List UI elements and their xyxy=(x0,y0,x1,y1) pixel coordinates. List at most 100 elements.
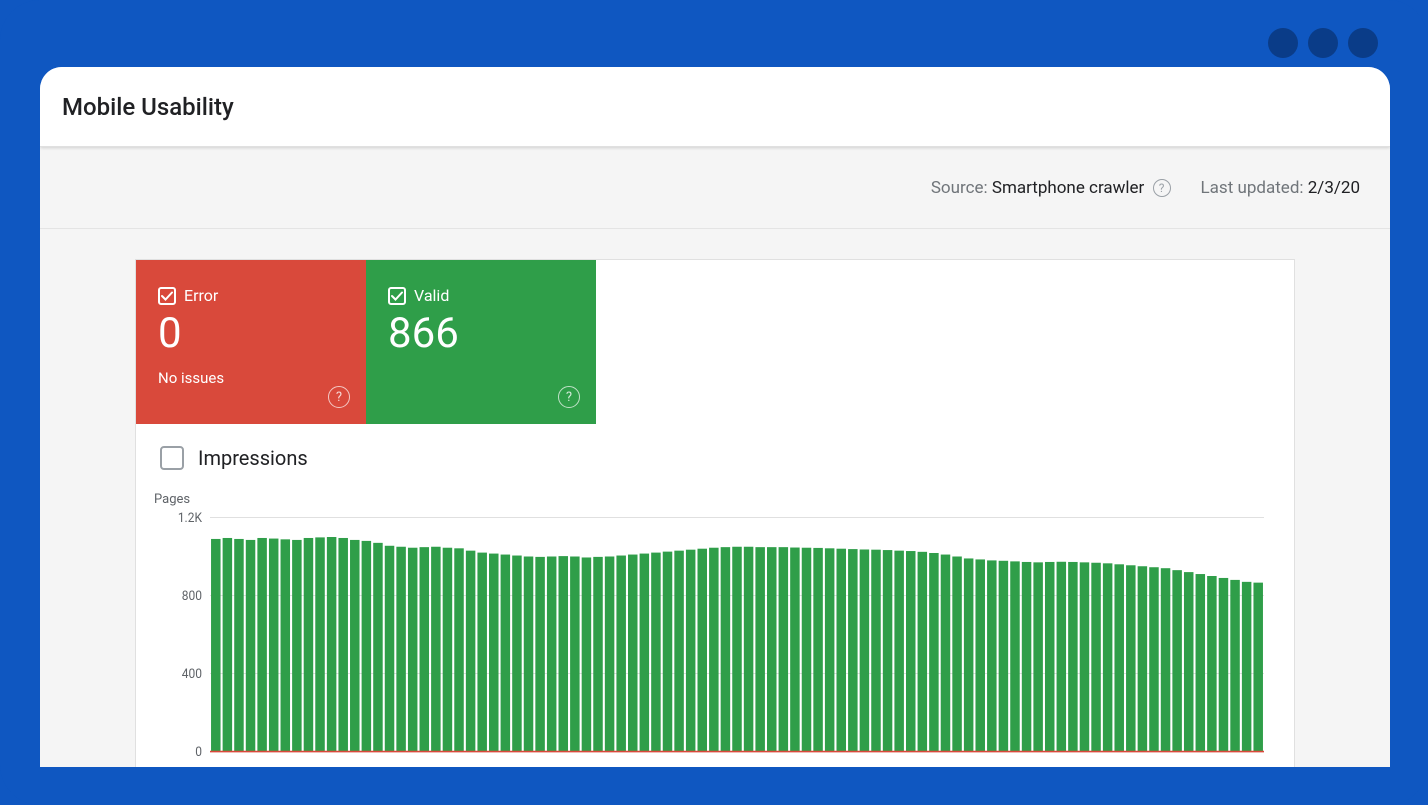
chart-bar xyxy=(1057,562,1067,752)
impressions-row: Impressions xyxy=(136,424,1294,492)
chart-bar xyxy=(1149,567,1159,751)
chart-bar xyxy=(640,554,650,752)
status-tiles: Error 0 No issues ? Valid 866 xyxy=(136,260,1294,424)
help-icon[interactable]: ? xyxy=(328,386,350,408)
chart-bar xyxy=(582,557,592,751)
svg-text:400: 400 xyxy=(182,666,202,682)
chart-bar xyxy=(918,552,928,752)
chart-bar xyxy=(1219,578,1229,752)
chart-bar xyxy=(1230,580,1240,752)
chart-bar xyxy=(362,541,372,752)
chart-bar xyxy=(732,547,742,752)
checkbox-checked-icon xyxy=(388,287,406,305)
chart-bar xyxy=(790,548,800,752)
browser-frame: Mobile Usability Source: Smartphone craw… xyxy=(0,0,1428,805)
svg-text:0: 0 xyxy=(195,744,202,760)
chart-bar xyxy=(466,551,476,752)
chart-bar xyxy=(431,547,441,752)
chart-bar xyxy=(420,547,430,751)
chart-bar xyxy=(894,551,904,752)
help-icon[interactable]: ? xyxy=(1153,179,1171,197)
chart-bar xyxy=(257,538,267,752)
chart-bar xyxy=(952,557,962,752)
updated-value: 2/3/20 xyxy=(1308,178,1360,198)
chart-bar xyxy=(385,546,395,752)
chart-bar xyxy=(860,549,870,751)
chart-bar xyxy=(929,553,939,752)
chart-bar xyxy=(443,548,453,752)
chart-bar xyxy=(304,538,314,752)
chart-ylabel: Pages xyxy=(154,492,1270,507)
chart-bar xyxy=(721,547,731,751)
chart-bar xyxy=(1207,576,1217,752)
tile-valid-value: 866 xyxy=(388,313,574,355)
source-value: Smartphone crawler xyxy=(992,178,1144,198)
window-dot-icon xyxy=(1348,28,1378,58)
chart-bar xyxy=(292,540,302,752)
chart-bar xyxy=(628,555,638,752)
chart-bar xyxy=(408,548,418,752)
chart-bar xyxy=(570,557,580,752)
chart-bar xyxy=(767,547,777,751)
chart-bar xyxy=(906,551,916,751)
chart-bar xyxy=(281,539,291,751)
help-icon[interactable]: ? xyxy=(558,386,580,408)
chart-bar xyxy=(605,557,615,752)
chart-bar xyxy=(1242,582,1252,752)
chart-bar xyxy=(246,540,256,752)
chart-bar xyxy=(501,555,511,752)
page-title: Mobile Usability xyxy=(62,93,234,121)
report-card: Error 0 No issues ? Valid 866 xyxy=(135,259,1295,767)
chart-bar xyxy=(338,538,348,752)
chart-bar xyxy=(1114,564,1124,751)
updated-info: Last updated: 2/3/20 xyxy=(1201,178,1360,198)
chart-bar xyxy=(223,538,233,752)
chart-bar xyxy=(1022,562,1032,752)
chart-bar xyxy=(825,548,835,751)
meta-row: Source: Smartphone crawler ? Last update… xyxy=(40,147,1390,229)
tile-valid-label: Valid xyxy=(414,286,449,305)
updated-label: Last updated: xyxy=(1201,178,1308,198)
chart-bar xyxy=(512,556,522,752)
chart-bar xyxy=(1010,561,1020,751)
checkbox-checked-icon xyxy=(158,287,176,305)
chart-bar xyxy=(211,539,221,752)
source-info: Source: Smartphone crawler ? xyxy=(931,178,1171,198)
chart-bar xyxy=(1045,562,1055,752)
content-window: Mobile Usability Source: Smartphone craw… xyxy=(40,67,1390,767)
window-dot-icon xyxy=(1268,28,1298,58)
chart-bar xyxy=(779,547,789,751)
chart-bar xyxy=(1080,562,1090,751)
chart-bar xyxy=(802,548,812,752)
chart-bar xyxy=(454,548,464,751)
chart-bar xyxy=(1068,562,1078,752)
tile-error[interactable]: Error 0 No issues ? xyxy=(136,260,366,424)
chart-bar xyxy=(698,549,708,752)
chart-bar xyxy=(524,557,534,752)
chart-bar xyxy=(535,557,545,752)
tile-error-sub: No issues xyxy=(158,369,344,387)
tile-valid[interactable]: Valid 866 ? xyxy=(366,260,596,424)
chart-bar xyxy=(1184,572,1194,751)
chart-bar xyxy=(1172,570,1182,751)
impressions-label: Impressions xyxy=(198,446,308,470)
chart-bar xyxy=(373,543,383,752)
impressions-checkbox[interactable] xyxy=(160,446,184,470)
body-area: Error 0 No issues ? Valid 866 xyxy=(40,229,1390,767)
chart-bar xyxy=(593,557,603,752)
chart-bar xyxy=(755,547,765,751)
chart-bar xyxy=(941,555,951,752)
chart-container: Pages 04008001.2K xyxy=(136,492,1294,767)
svg-text:800: 800 xyxy=(182,588,202,604)
chart-bar xyxy=(871,550,881,752)
chart-bar xyxy=(616,556,626,752)
source-label: Source: xyxy=(931,178,992,198)
chart-bar xyxy=(1103,563,1113,751)
chart-bar xyxy=(964,558,974,751)
chart-bar xyxy=(489,554,499,752)
chart-bar xyxy=(1033,562,1043,751)
chart-bar xyxy=(674,551,684,752)
chart-bar xyxy=(315,537,325,751)
chart-bar xyxy=(848,549,858,751)
chart-bar xyxy=(987,560,997,751)
